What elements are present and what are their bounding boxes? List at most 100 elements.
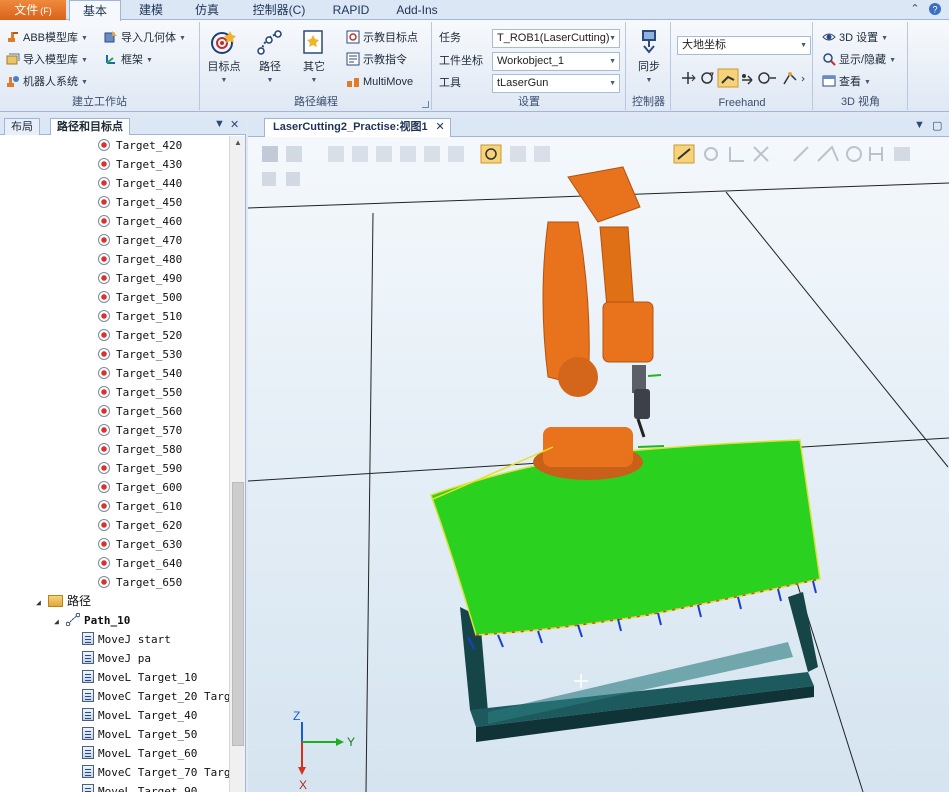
tree-instruction-item[interactable]: MoveL Target_10	[82, 668, 197, 687]
tab-rapid[interactable]: RAPID	[328, 0, 374, 20]
tree-instruction-item[interactable]: MoveL Target_50	[82, 725, 197, 744]
tree-instruction-item[interactable]: MoveC Target_20 Target_	[82, 687, 230, 706]
close-icon[interactable]: ✕	[230, 118, 239, 131]
tree-target-item[interactable]: Target_620	[98, 516, 182, 535]
tree-target-item[interactable]: Target_520	[98, 326, 182, 345]
scene-canvas[interactable]: Z Y X	[248, 137, 949, 792]
chevron-down-icon: ▼	[609, 80, 616, 87]
collapse-icon[interactable]: ◢	[54, 612, 63, 631]
target-point-icon	[98, 177, 110, 189]
move-icon[interactable]	[682, 72, 696, 84]
target-name: Target_470	[116, 234, 183, 247]
workobject-select[interactable]: Workobject_1 ▼	[492, 52, 620, 71]
scroll-up-icon[interactable]: ▲	[230, 136, 246, 150]
tree-target-item[interactable]: Target_630	[98, 535, 182, 554]
instruction-text: MoveJ pa	[98, 652, 151, 665]
tree-path-item[interactable]: ◢ Path_10	[54, 611, 130, 630]
path-button[interactable]: 路径 ▼	[249, 26, 291, 92]
target-name: Target_580	[116, 443, 183, 456]
view-menu-icon[interactable]: ▼	[914, 119, 925, 131]
tree-target-item[interactable]: Target_570	[98, 421, 182, 440]
panel-menu-icon[interactable]: ▼	[214, 118, 225, 130]
collapse-icon[interactable]: ◢	[36, 593, 45, 612]
tree-target-item[interactable]: Target_640	[98, 554, 182, 573]
tree-instruction-item[interactable]: MoveJ pa	[82, 649, 151, 668]
target-point-icon	[98, 443, 110, 455]
scrollbar-thumb[interactable]	[232, 482, 244, 746]
sync-button[interactable]: 同步 ▼	[628, 26, 670, 92]
tab-simulation[interactable]: 仿真	[184, 0, 230, 20]
teach-instruction-button[interactable]: 示教指令	[346, 50, 407, 70]
tree-target-item[interactable]: Target_510	[98, 307, 182, 326]
close-icon[interactable]: ✕	[435, 119, 444, 136]
jog-reorient-icon[interactable]	[758, 72, 776, 84]
jog-linear-icon[interactable]	[742, 74, 753, 85]
file-menu-button[interactable]: 文件 (F)	[0, 0, 66, 20]
tree-target-item[interactable]: Target_590	[98, 459, 182, 478]
tree-target-item[interactable]: Target_600	[98, 478, 182, 497]
rotate-icon[interactable]	[701, 72, 714, 84]
3d-settings-button[interactable]: 3D 设置 ▼	[822, 28, 888, 48]
tab-layout[interactable]: 布局	[4, 118, 40, 135]
tool-select[interactable]: tLaserGun ▼	[492, 74, 620, 93]
tree-target-item[interactable]: Target_420	[98, 136, 182, 155]
tab-paths-targets[interactable]: 路径和目标点	[50, 118, 130, 135]
abb-library-button[interactable]: ABB模型库 ▼	[6, 28, 88, 48]
tree-target-item[interactable]: Target_440	[98, 174, 182, 193]
target-name: Target_610	[116, 500, 183, 513]
tree-target-item[interactable]: Target_470	[98, 231, 182, 250]
snap-mode-active-icon[interactable]	[480, 144, 502, 164]
tree-target-item[interactable]: Target_610	[98, 497, 182, 516]
multi-robot-jog-icon[interactable]	[783, 72, 805, 85]
target-point-icon	[98, 367, 110, 379]
tree-target-item[interactable]: Target_500	[98, 288, 182, 307]
help-icon[interactable]: ?	[928, 2, 942, 16]
other-button[interactable]: 其它 ▼	[293, 26, 335, 92]
tool-label: 工具	[439, 77, 461, 89]
target-name: Target_570	[116, 424, 183, 437]
target-name: Target_530	[116, 348, 183, 361]
robot-system-button[interactable]: 机器人系统 ▼	[6, 72, 88, 92]
tab-modeling[interactable]: 建模	[128, 0, 174, 20]
tree-instruction-item[interactable]: MoveC Target_70 Target_	[82, 763, 230, 782]
3d-viewport[interactable]: Z Y X	[248, 137, 949, 792]
teach-target-button[interactable]: 示教目标点	[346, 28, 418, 48]
tree-scrollbar[interactable]: ▲	[229, 136, 245, 792]
tree-target-item[interactable]: Target_490	[98, 269, 182, 288]
tree-target-item[interactable]: Target_580	[98, 440, 182, 459]
snap-end-active-icon[interactable]	[673, 144, 695, 164]
instruction-text: MoveJ start	[98, 633, 171, 646]
coordinate-system-select[interactable]: 大地坐标 ▼	[677, 36, 811, 55]
tree-target-item[interactable]: Target_650	[98, 573, 182, 592]
multimove-button[interactable]: MultiMove	[346, 72, 413, 92]
tree-instruction-item[interactable]: MoveL Target_40	[82, 706, 197, 725]
tree-instruction-item[interactable]: MoveL Target_90	[82, 782, 197, 792]
tree-target-item[interactable]: Target_540	[98, 364, 182, 383]
tab-addins[interactable]: Add-Ins	[388, 0, 446, 20]
tree-target-item[interactable]: Target_560	[98, 402, 182, 421]
task-select[interactable]: T_ROB1(LaserCutting) ▼	[492, 29, 620, 48]
tab-controller[interactable]: 控制器(C)	[244, 0, 314, 20]
show-hide-button[interactable]: 显示/隐藏 ▼	[822, 50, 896, 70]
tree-target-item[interactable]: Target_460	[98, 212, 182, 231]
tree-target-item[interactable]: Target_550	[98, 383, 182, 402]
target-point-icon	[98, 462, 110, 474]
tree-target-item[interactable]: Target_530	[98, 345, 182, 364]
view-button[interactable]: 查看 ▼	[822, 72, 871, 92]
minimize-ribbon-icon[interactable]: ⌃	[908, 2, 922, 16]
tree-instruction-item[interactable]: MoveJ start	[82, 630, 171, 649]
import-model-library-button[interactable]: 导入模型库 ▼	[6, 50, 88, 70]
frame-button[interactable]: 框架 ▼	[104, 50, 153, 70]
tree-target-item[interactable]: Target_450	[98, 193, 182, 212]
jog-joint-icon[interactable]	[717, 68, 739, 88]
view-tab[interactable]: LaserCutting2_Practise:视图1 ✕	[264, 118, 451, 137]
tree-target-item[interactable]: Target_430	[98, 155, 182, 174]
import-geometry-button[interactable]: 导入几何体 ▼	[104, 28, 186, 48]
tree-target-item[interactable]: Target_480	[98, 250, 182, 269]
maximize-icon[interactable]: ▢	[932, 119, 942, 132]
target-button[interactable]: 目标点 ▼	[203, 26, 245, 92]
path-programming-launcher-icon[interactable]	[422, 101, 429, 108]
tab-basic[interactable]: 基本	[69, 0, 121, 21]
tree-instruction-item[interactable]: MoveL Target_60	[82, 744, 197, 763]
tree-paths-folder[interactable]: ◢ 路径	[36, 592, 91, 611]
